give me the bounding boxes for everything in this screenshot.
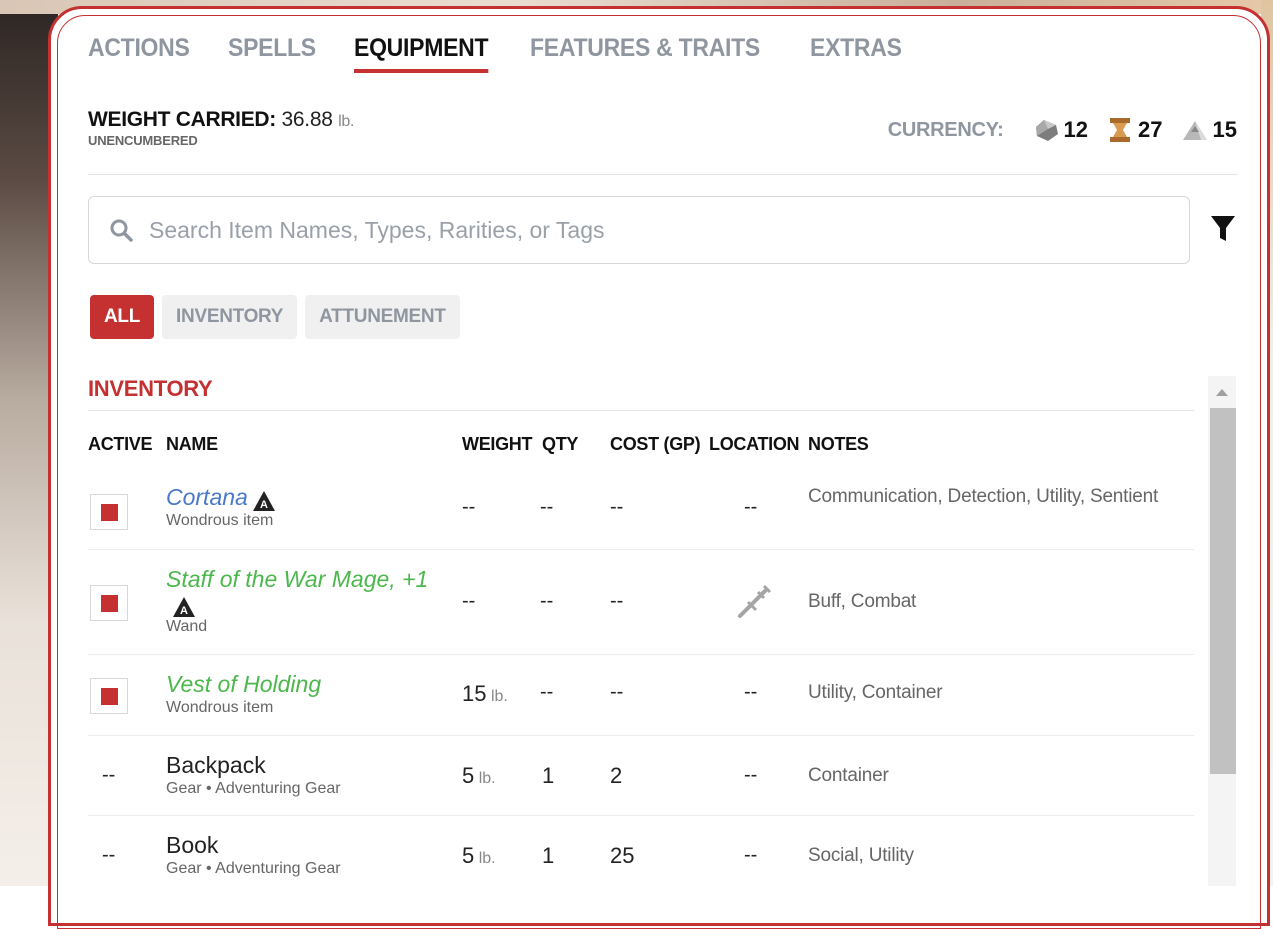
filter-all-button[interactable]: ALL (90, 295, 155, 339)
silver-coin-icon (1182, 121, 1207, 140)
item-cost: -- (610, 590, 624, 612)
tab-extras[interactable]: EXTRAS (810, 34, 902, 73)
item-weight-unit: lb. (478, 770, 496, 787)
item-location: -- (744, 844, 758, 866)
active-indicator: -- (102, 844, 116, 866)
item-qty: -- (540, 590, 554, 612)
item-cost: -- (610, 496, 624, 518)
item-notes: Buff, Combat (808, 591, 917, 612)
item-qty: 1 (542, 763, 555, 788)
table-row[interactable]: -- Book Gear • Adventuring Gear 5 lb. 1 … (88, 815, 1194, 896)
tab-features-traits[interactable]: FEATURES & TRAITS (530, 34, 760, 73)
weight-value: 36.88 (281, 108, 333, 131)
item-type: Gear • Adventuring Gear (166, 860, 341, 877)
item-weight: 15 (462, 681, 487, 706)
column-qty[interactable]: QTY (542, 434, 578, 455)
item-weight-unit: lb. (478, 850, 496, 867)
platinum-amount: 12 (1063, 117, 1089, 142)
currency-label: CURRENCY: (887, 118, 1004, 141)
item-qty: 1 (542, 843, 555, 868)
tab-spells[interactable]: SPELLS (228, 34, 316, 73)
primary-tabs: ACTIONS SPELLS EQUIPMENT FEATURES & TRAI… (88, 34, 909, 73)
silver-amount: 15 (1212, 117, 1237, 142)
item-qty: -- (540, 496, 554, 518)
item-type: Wondrous item (166, 699, 274, 716)
weight-label: WEIGHT CARRIED: (88, 108, 276, 131)
equipped-weapon-icon (738, 584, 772, 618)
filter-attunement-button[interactable]: ATTUNEMENT (305, 295, 460, 339)
item-notes: Container (808, 765, 889, 786)
table-row[interactable]: Staff of the War Mage, +1 A Wand -- -- -… (88, 549, 1194, 655)
column-active: ACTIVE (88, 434, 153, 454)
item-type: Gear • Adventuring Gear (166, 780, 341, 797)
platinum-coin-icon (1035, 120, 1058, 141)
table-row[interactable]: Vest of Holding Wondrous item 15 lb. -- … (88, 654, 1194, 736)
search-box[interactable] (88, 196, 1190, 264)
encumbrance-status: UNENCUMBERED (88, 133, 198, 148)
item-location: -- (744, 496, 758, 518)
item-weight: -- (462, 590, 476, 612)
gold-coin-icon (1110, 118, 1131, 142)
column-notes: NOTES (808, 434, 869, 454)
item-notes: Utility, Container (808, 682, 943, 703)
gold-amount: 27 (1138, 117, 1163, 142)
active-checkbox[interactable] (90, 585, 128, 621)
item-name[interactable]: Backpack (166, 752, 266, 778)
weight-carried: WEIGHT CARRIED: 36.88 lb. UNENCUMBERED (88, 108, 354, 148)
search-icon (110, 219, 133, 242)
column-location: LOCATION (709, 434, 800, 454)
scrollbar-thumb[interactable] (1210, 408, 1236, 774)
section-divider (88, 410, 1194, 411)
svg-text:A: A (260, 499, 268, 511)
header-divider (88, 174, 1238, 175)
tab-actions[interactable]: ACTIONS (88, 34, 190, 73)
item-name[interactable]: Cortana (166, 484, 248, 510)
attunement-icon: A (253, 490, 276, 511)
inventory-section-title: INVENTORY (88, 376, 213, 401)
filter-inventory-button[interactable]: INVENTORY (162, 295, 298, 339)
item-name[interactable]: Vest of Holding (166, 671, 321, 697)
filter-icon[interactable] (1210, 214, 1236, 244)
weight-unit: lb. (338, 113, 355, 130)
column-cost[interactable]: COST (GP) (610, 434, 701, 455)
tab-equipment[interactable]: EQUIPMENT (353, 34, 488, 73)
active-indicator: -- (102, 764, 116, 786)
item-type: Wondrous item (166, 512, 274, 529)
attunement-icon: A (173, 597, 195, 617)
search-input[interactable] (147, 215, 1101, 245)
column-name[interactable]: NAME (166, 434, 218, 455)
item-location: -- (744, 764, 758, 786)
item-weight: 5 (462, 843, 475, 868)
currency[interactable]: CURRENCY: 12 27 15 (888, 116, 1237, 144)
item-cost: 2 (610, 763, 623, 788)
item-name[interactable]: Book (166, 832, 218, 858)
item-cost: -- (610, 681, 624, 703)
item-location: -- (744, 681, 758, 703)
svg-text:A: A (180, 605, 188, 617)
item-notes: Communication, Detection, Utility, Senti… (808, 486, 1159, 507)
table-row[interactable]: -- Backpack Gear • Adventuring Gear 5 lb… (88, 735, 1194, 816)
table-row[interactable]: Cortana A Wondrous item -- -- -- -- Comm… (88, 472, 1194, 549)
item-notes: Social, Utility (808, 845, 914, 866)
item-name[interactable]: Staff of the War Mage, +1 (166, 566, 428, 592)
item-cost: 25 (610, 843, 635, 868)
item-type: Wand (166, 618, 208, 635)
active-checkbox[interactable] (90, 494, 128, 530)
item-weight: -- (462, 496, 476, 518)
item-weight-unit: lb. (490, 688, 508, 705)
filter-chips: ALL INVENTORY ATTUNEMENT (90, 295, 460, 339)
item-weight: 5 (462, 763, 475, 788)
item-qty: -- (540, 681, 554, 703)
column-weight[interactable]: WEIGHT (462, 434, 533, 455)
scroll-up-arrow-icon[interactable] (1208, 376, 1236, 406)
active-checkbox[interactable] (90, 678, 128, 714)
inventory-table-header: ACTIVE NAME WEIGHT QTY COST (GP) LOCATIO… (88, 434, 1194, 458)
